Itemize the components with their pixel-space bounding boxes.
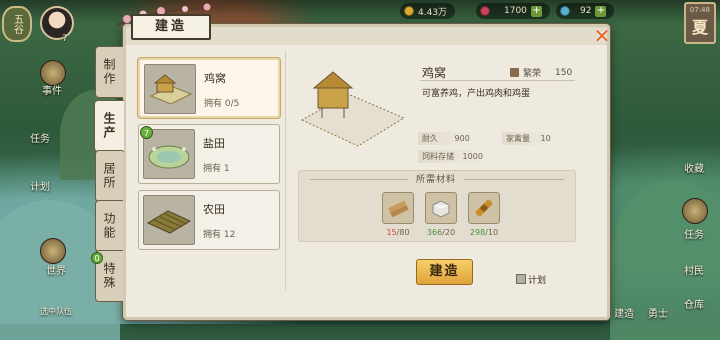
stat-value: 900 xyxy=(454,134,470,143)
stat-label: 饲料存储 xyxy=(422,152,454,161)
prosperity-icon xyxy=(480,6,490,16)
building-item-salt-field[interactable]: 盐田 拥有 1 xyxy=(138,124,280,184)
coin-counter: 4.43万 xyxy=(400,3,456,19)
building-item-coop[interactable]: 鸡窝 拥有 0/5 xyxy=(138,58,280,118)
list-divider xyxy=(285,50,286,290)
right-menu-task[interactable]: 任务 xyxy=(684,226,704,241)
tab-residence[interactable]: 居所 xyxy=(95,150,123,202)
close-button[interactable]: ✕ xyxy=(591,26,613,48)
side-menu-plan[interactable]: 计划 xyxy=(30,178,50,193)
tab-craft[interactable]: 制作 xyxy=(95,46,123,98)
material-need: /10 xyxy=(485,228,499,237)
quest-icon[interactable] xyxy=(682,198,708,224)
plan-label: 计划 xyxy=(528,276,547,286)
detail-divider xyxy=(420,80,575,81)
side-menu-event[interactable]: 事件 xyxy=(42,82,62,97)
salt-field-icon xyxy=(148,145,190,169)
hay-bundle-icon[interactable] xyxy=(468,192,500,224)
add-prosperity-button[interactable]: + xyxy=(530,5,542,17)
building-owned: 拥有 1 xyxy=(203,164,230,174)
right-menu-collect[interactable]: 收藏 xyxy=(684,160,704,175)
tab-special-badge: 0 xyxy=(91,252,103,264)
chicken-coop-preview xyxy=(300,71,406,147)
jade-value: 92 xyxy=(580,6,592,16)
build-button[interactable]: 建造 xyxy=(416,259,473,285)
building-owned: 拥有 12 xyxy=(203,230,236,240)
detail-building-name: 鸡窝 xyxy=(422,66,447,80)
coin-value: 4.43万 xyxy=(418,7,448,18)
material-wood-count: 15/80 xyxy=(378,228,418,237)
world-icon[interactable] xyxy=(40,238,66,264)
side-menu-team[interactable]: 选中队伍 xyxy=(40,306,72,317)
bottom-menu-hero[interactable]: 勇士 xyxy=(648,305,668,320)
player-avatar[interactable] xyxy=(40,6,74,40)
stat-value: 1000 xyxy=(462,152,483,161)
wood-plank-icon[interactable] xyxy=(382,192,414,224)
add-jade-button[interactable]: + xyxy=(595,5,607,17)
material-have: 15 xyxy=(386,228,397,237)
tab-production[interactable]: 生产 xyxy=(94,100,124,152)
detail-description: 可富养鸡，产出鸡肉和鸡蛋 xyxy=(422,89,531,99)
prosperity-value: 1700 xyxy=(504,6,527,16)
plan-checkbox[interactable] xyxy=(516,274,526,284)
prosperity-counter: 1700 + xyxy=(476,3,550,19)
material-stone-count: 366/20 xyxy=(421,228,461,237)
tab-function[interactable]: 功能 xyxy=(95,200,123,252)
stat-label: 耐久 xyxy=(422,134,438,143)
season-indicator[interactable]: 07:48 夏 xyxy=(684,2,716,44)
farmland-thumbnail xyxy=(143,195,195,245)
right-menu-villager[interactable]: 村民 xyxy=(684,262,704,277)
right-menu-storage[interactable]: 仓库 xyxy=(684,296,704,311)
side-menu-task[interactable]: 任务 xyxy=(30,130,50,145)
building-name: 农田 xyxy=(203,203,225,216)
materials-title: 所需材料 xyxy=(408,172,465,185)
village-emblem[interactable]: 五谷 xyxy=(2,6,32,42)
building-name: 鸡窝 xyxy=(204,72,226,85)
building-owned: 拥有 0/5 xyxy=(204,99,240,109)
building-name: 盐田 xyxy=(203,137,225,150)
stat-value: 10 xyxy=(540,134,551,143)
stat-durability: 耐久 900 xyxy=(418,132,474,145)
panel-title: 建造 xyxy=(131,14,211,40)
material-need: /80 xyxy=(396,228,410,237)
detail-prosperity: 繁荣 150 xyxy=(510,66,572,79)
prosperity-value: 150 xyxy=(555,67,573,78)
chicken-coop-thumbnail xyxy=(144,64,196,114)
prosperity-label: 繁荣 xyxy=(523,69,542,79)
side-menu-world[interactable]: 世界 xyxy=(46,262,66,277)
material-hay-count: 298/10 xyxy=(464,228,504,237)
player-level: 7 xyxy=(62,34,68,44)
coin-icon xyxy=(404,6,414,16)
material-have: 298 xyxy=(469,228,486,237)
farmland-icon xyxy=(146,210,192,234)
bottom-menu-build[interactable]: 建造 xyxy=(614,305,634,320)
material-have: 366 xyxy=(426,228,443,237)
game-clock: 07:48 xyxy=(689,6,711,14)
jade-icon xyxy=(560,6,570,16)
stat-capacity: 家禽量 10 xyxy=(502,132,555,145)
stone-block-icon[interactable] xyxy=(425,192,457,224)
season-label: 夏 xyxy=(691,18,708,37)
jade-counter: 92 + xyxy=(556,3,615,19)
stat-label: 家禽量 xyxy=(506,134,530,143)
material-need: /20 xyxy=(442,228,456,237)
chicken-coop-icon xyxy=(149,74,193,105)
prosperity-icon xyxy=(510,68,519,77)
salt-field-badge: 7 xyxy=(140,126,153,139)
building-item-farmland[interactable]: 农田 拥有 12 xyxy=(138,190,280,250)
stat-storage: 饲料存储 1000 xyxy=(418,150,487,163)
